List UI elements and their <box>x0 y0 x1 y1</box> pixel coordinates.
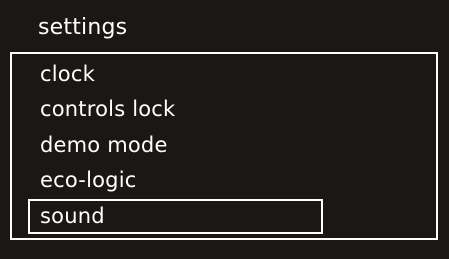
menu-item-eco-logic[interactable]: eco-logic <box>40 166 136 194</box>
page-title: settings <box>38 15 128 40</box>
settings-screen: settings clock controls lock demo mode e… <box>0 0 449 259</box>
menu-item-controls-lock[interactable]: controls lock <box>40 95 175 123</box>
menu-item-demo-mode[interactable]: demo mode <box>40 131 168 159</box>
menu-item-clock[interactable]: clock <box>40 60 95 88</box>
menu-item-sound[interactable]: sound <box>40 202 105 230</box>
